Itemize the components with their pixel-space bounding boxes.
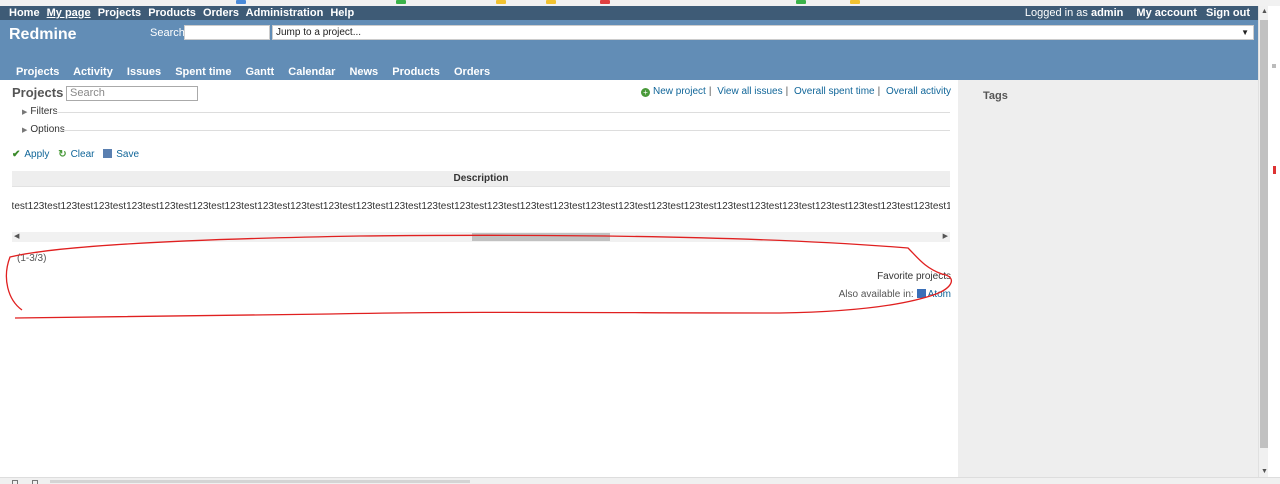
my-account-link[interactable]: My account	[1136, 7, 1197, 19]
top-menu-help[interactable]: Help	[330, 7, 354, 19]
pagination-count: (1-3/3)	[17, 253, 47, 264]
page-title: Projects	[12, 85, 64, 100]
status-text	[50, 480, 470, 483]
top-menu-orders[interactable]: Orders	[203, 7, 239, 19]
top-menu-home[interactable]: Home	[9, 7, 40, 19]
fieldset-divider	[56, 112, 950, 113]
new-project-link[interactable]: New project	[653, 86, 706, 97]
main-content: Projects Search + New project | View all i…	[0, 80, 958, 477]
red-annotation-outline	[5, 234, 952, 319]
tab-favicon-icon	[236, 0, 246, 4]
sign-out-link[interactable]: Sign out	[1206, 7, 1250, 19]
expand-triangle-icon: ▶	[22, 109, 28, 116]
tab-activity[interactable]: Activity	[73, 66, 113, 78]
annotation-stroke	[5, 234, 952, 319]
tab-favicon-icon	[796, 0, 806, 4]
save-button[interactable]: Save	[116, 149, 139, 160]
link-separator: |	[785, 86, 789, 97]
tab-favicon-icon	[600, 0, 610, 4]
link-separator: |	[708, 86, 712, 97]
tab-spent-time[interactable]: Spent time	[175, 66, 231, 78]
description-cell: 3test123test123test123test123test123test…	[12, 201, 950, 212]
tab-news[interactable]: News	[349, 66, 378, 78]
search-label: Search:	[150, 27, 188, 39]
atom-link[interactable]: Atom	[928, 289, 951, 300]
reload-icon: ↻	[58, 149, 67, 160]
overall-spent-time-link[interactable]: Overall spent time	[794, 86, 875, 97]
checkbox-icon[interactable]	[12, 480, 18, 484]
jump-to-project-select[interactable]: Jump to a project... ▼	[272, 25, 1254, 40]
top-menu-products[interactable]: Products	[148, 7, 196, 19]
tab-issues[interactable]: Issues	[127, 66, 161, 78]
column-header-description[interactable]: Description	[12, 171, 950, 187]
options-toggle[interactable]: ▶ Options	[22, 124, 950, 135]
sidebar: Tags	[958, 80, 1258, 477]
top-menu-administration[interactable]: Administration	[246, 7, 324, 19]
vertical-scrollbar[interactable]: ▲ ▼	[1258, 6, 1268, 477]
account-menu: Logged in as admin My account Sign out	[1015, 6, 1250, 20]
overall-activity-link[interactable]: Overall activity	[886, 86, 951, 97]
adjacent-window-edge	[1268, 6, 1280, 477]
top-menu-my-page[interactable]: My page	[47, 7, 91, 19]
app-logo[interactable]: Redmine	[9, 26, 77, 44]
filters-label: Filters	[30, 106, 58, 117]
logged-in-prefix: Logged in as	[1024, 7, 1088, 19]
horizontal-scroll-thumb[interactable]	[472, 233, 610, 241]
scroll-up-icon[interactable]: ▲	[1261, 8, 1268, 15]
tab-favicon-icon	[546, 0, 556, 4]
horizontal-scrollbar[interactable]: ◀ ▶	[12, 232, 950, 242]
add-icon: +	[641, 88, 650, 97]
projects-table: Description 3test123test123test123test12…	[12, 171, 950, 244]
checkbox-icon[interactable]	[32, 480, 38, 484]
fieldset-divider	[62, 130, 950, 131]
logged-in-user[interactable]: admin	[1091, 7, 1123, 19]
scroll-left-icon[interactable]: ◀	[14, 232, 19, 240]
view-all-issues-link[interactable]: View all issues	[717, 86, 782, 97]
edge-mark	[1272, 64, 1276, 68]
tab-calendar[interactable]: Calendar	[288, 66, 335, 78]
scroll-down-icon[interactable]: ▼	[1261, 468, 1268, 475]
options-label: Options	[30, 124, 65, 135]
dropdown-arrow-icon: ▼	[1241, 28, 1249, 37]
rss-feed-icon	[916, 289, 926, 298]
header: Redmine Search: Jump to a project... ▼ P…	[0, 20, 1258, 80]
link-separator: |	[877, 86, 881, 97]
also-available-label: Also available in:	[838, 289, 914, 300]
tab-orders[interactable]: Orders	[454, 66, 490, 78]
top-menu-projects[interactable]: Projects	[98, 7, 141, 19]
main-menu: Projects Activity Issues Spent time Gant…	[16, 66, 501, 78]
also-available-in: Also available in: Atom	[839, 289, 951, 300]
clear-button[interactable]: Clear	[71, 149, 95, 160]
vertical-scroll-thumb[interactable]	[1260, 20, 1268, 448]
checkmark-icon: ✔	[12, 149, 21, 160]
expand-triangle-icon: ▶	[22, 127, 28, 134]
logged-in-label: Logged in as admin	[1025, 7, 1123, 19]
top-menu-left: Home My page Projects Products Orders Ad…	[9, 6, 358, 20]
sidebar-tags-heading: Tags	[983, 90, 1008, 102]
filters-toggle[interactable]: ▶ Filters	[22, 106, 950, 117]
tab-favicon-icon	[850, 0, 860, 4]
contextual-links: + New project | View all issues | Overall s…	[641, 86, 951, 97]
top-menu: Home My page Projects Products Orders Ad…	[0, 6, 1258, 20]
tab-favicon-icon	[496, 0, 506, 4]
search-input[interactable]	[184, 25, 270, 40]
favorite-projects-link[interactable]: Favorite projects	[877, 271, 951, 282]
scroll-right-icon[interactable]: ▶	[943, 232, 948, 240]
jump-to-project-text: Jump to a project...	[276, 27, 362, 38]
tab-gantt[interactable]: Gantt	[246, 66, 275, 78]
table-row: 3test123test123test123test123test123test…	[12, 199, 950, 215]
query-actions: ✔ Apply ↻ Clear Save	[12, 149, 139, 160]
tab-projects[interactable]: Projects	[16, 66, 59, 78]
edge-mark	[1273, 166, 1276, 174]
tab-products[interactable]: Products	[392, 66, 440, 78]
tab-favicon-icon	[396, 0, 406, 4]
project-search-input[interactable]: Search	[66, 86, 198, 101]
apply-button[interactable]: Apply	[24, 149, 49, 160]
save-icon	[103, 149, 113, 158]
status-bar	[0, 477, 1280, 484]
